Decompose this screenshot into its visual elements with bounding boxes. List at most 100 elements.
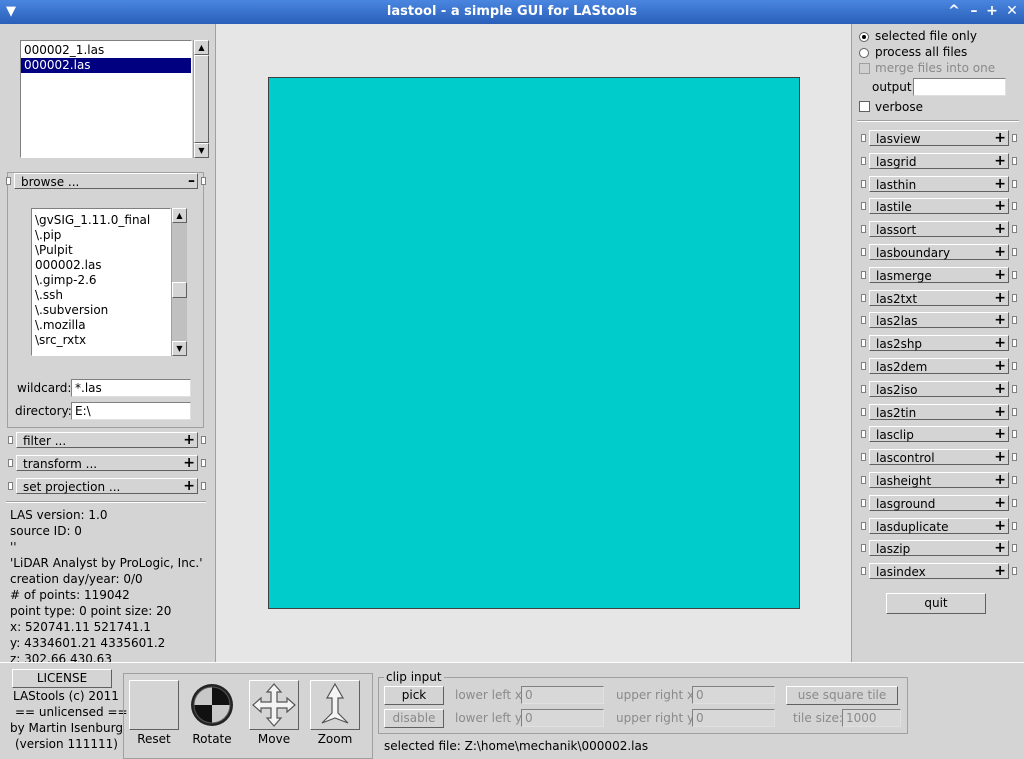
filter-toggle-button[interactable]: filter ... + <box>16 432 198 448</box>
browse-section[interactable]: browse ... – <box>6 173 206 189</box>
directory-item[interactable]: \gvSIG_1.11.0_final <box>32 213 170 228</box>
laszip-toggle-button[interactable]: laszip + <box>869 540 1009 556</box>
tool-section-lassort[interactable]: lassort + <box>861 221 1017 237</box>
directory-item[interactable]: \.subversion <box>32 303 170 318</box>
file-list-item-selected[interactable]: 000002.las <box>21 58 191 73</box>
las2shp-toggle-button[interactable]: las2shp + <box>869 335 1009 351</box>
lasclip-toggle-button[interactable]: lasclip + <box>869 426 1009 442</box>
selected-file-only-radio[interactable] <box>859 32 869 42</box>
transform-toggle-button[interactable]: transform ... + <box>16 455 198 471</box>
lassort-toggle-button[interactable]: lassort + <box>869 221 1009 237</box>
directory-item[interactable]: \Pulpit <box>32 243 170 258</box>
tool-section-lastile[interactable]: lastile + <box>861 198 1017 214</box>
section-handle-icon <box>861 476 866 484</box>
scroll-down-icon[interactable]: ▼ <box>172 341 187 356</box>
file-list[interactable]: 000002_1.las 000002.las <box>20 40 192 158</box>
tool-section-lasview[interactable]: lasview + <box>861 130 1017 146</box>
transform-section[interactable]: transform ... + <box>8 455 206 471</box>
close-window-icon[interactable]: ✕ <box>1004 3 1020 19</box>
view-canvas[interactable] <box>215 24 852 662</box>
move-button[interactable] <box>249 680 299 730</box>
browse-toggle-button[interactable]: browse ... – <box>14 173 198 189</box>
wildcard-input[interactable]: *.las <box>71 379 191 397</box>
directory-input[interactable]: E:\ <box>71 402 191 420</box>
tool-section-laszip[interactable]: laszip + <box>861 540 1017 556</box>
scroll-down-icon[interactable]: ▼ <box>194 143 209 158</box>
quit-button[interactable]: quit <box>886 593 986 614</box>
pick-button[interactable]: pick <box>384 686 444 705</box>
tool-section-las2txt[interactable]: las2txt + <box>861 290 1017 306</box>
tool-section-lasgrid[interactable]: lasgrid + <box>861 153 1017 169</box>
las2las-toggle-button[interactable]: las2las + <box>869 312 1009 328</box>
las2iso-toggle-button[interactable]: las2iso + <box>869 381 1009 397</box>
las2txt-toggle-button[interactable]: las2txt + <box>869 290 1009 306</box>
upper-right-y-input[interactable]: 0 <box>692 709 775 727</box>
directory-item[interactable]: \.gimp-2.6 <box>32 273 170 288</box>
tool-section-lasthin[interactable]: lasthin + <box>861 176 1017 192</box>
lascontrol-toggle-button[interactable]: lascontrol + <box>869 449 1009 465</box>
rotate-button[interactable] <box>187 680 237 730</box>
tool-section-label: lasboundary <box>876 246 951 260</box>
point-cloud-viewport[interactable] <box>268 77 800 609</box>
lower-left-x-input[interactable]: 0 <box>521 686 604 704</box>
tool-section-lasboundary[interactable]: lasboundary + <box>861 244 1017 260</box>
zoom-button[interactable] <box>310 680 360 730</box>
use-square-tile-button[interactable]: use square tile <box>786 686 898 705</box>
reset-button[interactable] <box>129 680 179 730</box>
process-all-files-radio[interactable] <box>859 48 869 58</box>
maximize-window-icon[interactable]: + <box>984 3 1000 19</box>
lasmerge-toggle-button[interactable]: lasmerge + <box>869 267 1009 283</box>
info-y-range: y: 4334601.21 4335601.2 <box>10 636 166 650</box>
tool-section-lasindex[interactable]: lasindex + <box>861 563 1017 579</box>
lower-left-y-input[interactable]: 0 <box>521 709 604 727</box>
directory-item[interactable]: \.pip <box>32 228 170 243</box>
scroll-thumb[interactable] <box>172 282 187 298</box>
disable-button[interactable]: disable <box>384 709 444 728</box>
file-list-scrollbar[interactable]: ▲ ▼ <box>193 40 209 158</box>
directory-item[interactable]: \.mozilla <box>32 318 170 333</box>
verbose-checkbox[interactable] <box>859 101 870 112</box>
license-button[interactable]: LICENSE <box>12 669 112 688</box>
set-projection-section[interactable]: set projection ... + <box>8 478 206 494</box>
lasboundary-toggle-button[interactable]: lasboundary + <box>869 244 1009 260</box>
lasview-toggle-button[interactable]: lasview + <box>869 130 1009 146</box>
merge-files-checkbox[interactable] <box>859 63 870 74</box>
directory-item[interactable]: \.ssh <box>32 288 170 303</box>
scroll-thumb[interactable] <box>194 55 209 143</box>
lasheight-toggle-button[interactable]: lasheight + <box>869 472 1009 488</box>
shade-window-icon[interactable]: ^ <box>946 3 962 19</box>
tool-section-las2iso[interactable]: las2iso + <box>861 381 1017 397</box>
tool-section-lasground[interactable]: lasground + <box>861 495 1017 511</box>
lasgrid-toggle-button[interactable]: lasgrid + <box>869 153 1009 169</box>
output-input[interactable] <box>913 78 1006 96</box>
lastile-toggle-button[interactable]: lastile + <box>869 198 1009 214</box>
set-projection-toggle-button[interactable]: set projection ... + <box>16 478 198 494</box>
minimize-window-icon[interactable]: – <box>966 3 982 19</box>
las2tin-toggle-button[interactable]: las2tin + <box>869 404 1009 420</box>
scroll-up-icon[interactable]: ▲ <box>194 40 209 55</box>
tool-section-lascontrol[interactable]: lascontrol + <box>861 449 1017 465</box>
scroll-up-icon[interactable]: ▲ <box>172 208 187 223</box>
lasindex-toggle-button[interactable]: lasindex + <box>869 563 1009 579</box>
tool-section-lasduplicate[interactable]: lasduplicate + <box>861 518 1017 534</box>
directory-item[interactable]: 000002.las <box>32 258 170 273</box>
directory-item[interactable]: \src_rxtx <box>32 333 170 348</box>
tool-section-las2las[interactable]: las2las + <box>861 312 1017 328</box>
lasthin-toggle-button[interactable]: lasthin + <box>869 176 1009 192</box>
filter-section[interactable]: filter ... + <box>8 432 206 448</box>
directory-scrollbar[interactable]: ▲ ▼ <box>171 208 187 356</box>
directory-list[interactable]: \gvSIG_1.11.0_final \.pip \Pulpit 000002… <box>31 208 171 356</box>
lasground-toggle-button[interactable]: lasground + <box>869 495 1009 511</box>
tool-section-lasmerge[interactable]: lasmerge + <box>861 267 1017 283</box>
tool-section-las2shp[interactable]: las2shp + <box>861 335 1017 351</box>
las2dem-toggle-button[interactable]: las2dem + <box>869 358 1009 374</box>
tool-section-las2dem[interactable]: las2dem + <box>861 358 1017 374</box>
left-panel: 000002_1.las 000002.las ▲ ▼ browse ... –… <box>0 24 214 666</box>
file-list-item[interactable]: 000002_1.las <box>21 43 191 58</box>
tool-section-lasheight[interactable]: lasheight + <box>861 472 1017 488</box>
tool-section-las2tin[interactable]: las2tin + <box>861 404 1017 420</box>
tile-size-input[interactable]: 1000 <box>842 709 901 727</box>
upper-right-x-input[interactable]: 0 <box>692 686 775 704</box>
tool-section-lasclip[interactable]: lasclip + <box>861 426 1017 442</box>
lasduplicate-toggle-button[interactable]: lasduplicate + <box>869 518 1009 534</box>
